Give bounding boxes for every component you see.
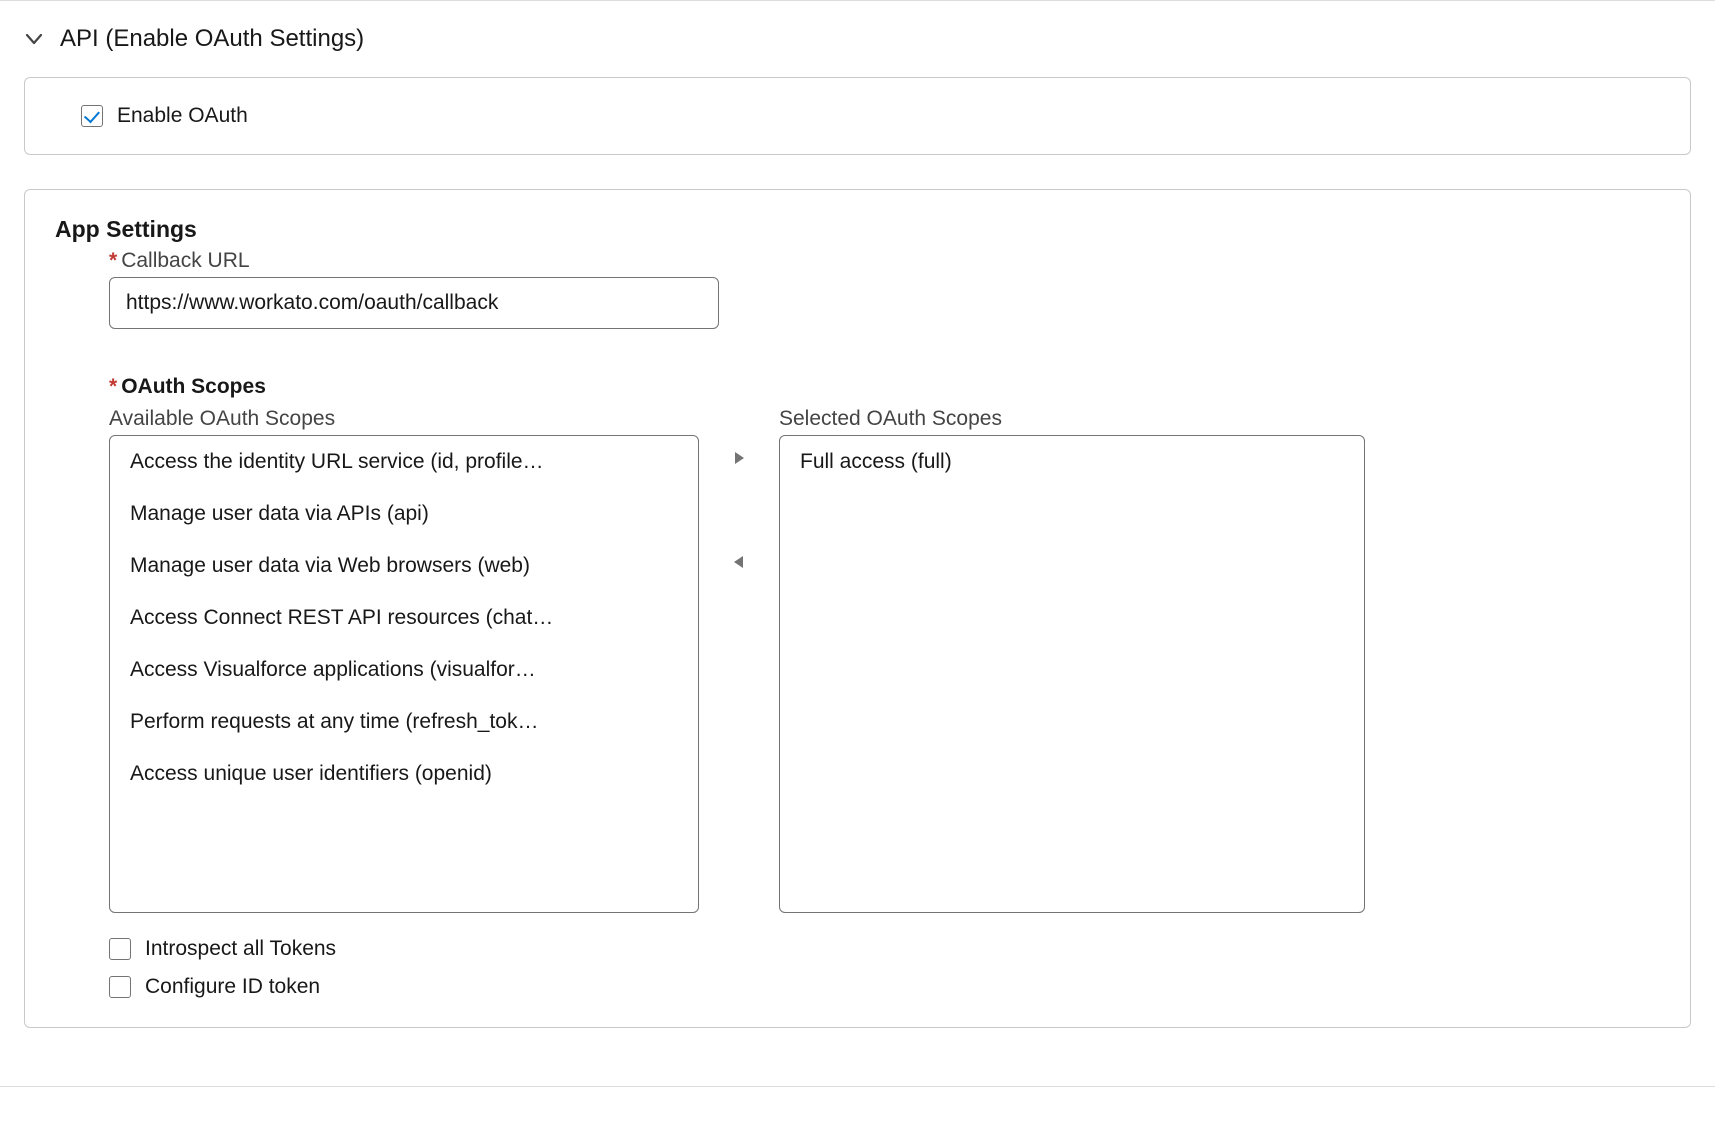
available-scopes-label: Available OAuth Scopes (109, 407, 699, 431)
introspect-tokens-label: Introspect all Tokens (145, 937, 336, 961)
add-scope-button[interactable] (726, 445, 752, 471)
callback-url-input[interactable] (109, 277, 719, 329)
oauth-scopes-heading: *OAuth Scopes (109, 375, 1660, 399)
configure-id-token-checkbox[interactable] (109, 976, 131, 998)
enable-oauth-checkbox[interactable] (81, 105, 103, 127)
triangle-right-icon (731, 450, 747, 466)
section-title: API (Enable OAuth Settings) (60, 25, 364, 53)
callback-url-block: *Callback URL (55, 249, 1660, 329)
list-item[interactable]: Manage user data via APIs (api) (110, 488, 698, 540)
selected-scopes-label: Selected OAuth Scopes (779, 407, 1365, 431)
list-item[interactable]: Perform requests at any time (refresh_to… (110, 696, 698, 748)
triangle-left-icon (731, 554, 747, 570)
introspect-tokens-checkbox[interactable] (109, 938, 131, 960)
configure-id-token-label: Configure ID token (145, 975, 320, 999)
section-header[interactable]: API (Enable OAuth Settings) (24, 1, 1691, 77)
oauth-scopes-dual-list: Available OAuth Scopes Access the identi… (109, 407, 1660, 913)
app-settings-card: App Settings *Callback URL *OAuth Scopes… (24, 189, 1691, 1028)
callback-url-label: *Callback URL (109, 249, 1660, 273)
introspect-tokens-row: Introspect all Tokens (109, 937, 1660, 961)
chevron-down-icon (24, 29, 44, 49)
additional-checkboxes: Introspect all Tokens Configure ID token (55, 937, 1660, 999)
enable-oauth-row: Enable OAuth (81, 104, 1634, 128)
enable-oauth-label: Enable OAuth (117, 104, 248, 128)
oauth-scopes-heading-text: OAuth Scopes (121, 375, 266, 398)
enable-oauth-card: Enable OAuth (24, 77, 1691, 155)
list-item[interactable]: Access unique user identifiers (openid) (110, 748, 698, 800)
list-item[interactable]: Access Connect REST API resources (chat… (110, 592, 698, 644)
list-item[interactable]: Access Visualforce applications (visualf… (110, 644, 698, 696)
required-asterisk: * (109, 249, 117, 272)
configure-id-token-row: Configure ID token (109, 975, 1660, 999)
available-scopes-column: Available OAuth Scopes Access the identi… (109, 407, 699, 913)
callback-url-label-text: Callback URL (121, 249, 249, 272)
list-item[interactable]: Access the identity URL service (id, pro… (110, 436, 698, 488)
app-settings-title: App Settings (55, 216, 1660, 243)
selected-scopes-listbox[interactable]: Full access (full) (779, 435, 1365, 913)
oauth-scopes-block: *OAuth Scopes Available OAuth Scopes Acc… (55, 375, 1660, 913)
remove-scope-button[interactable] (726, 549, 752, 575)
list-item[interactable]: Manage user data via Web browsers (web) (110, 540, 698, 592)
scope-transfer-arrows (715, 407, 763, 913)
available-scopes-listbox[interactable]: Access the identity URL service (id, pro… (109, 435, 699, 913)
list-item[interactable]: Full access (full) (780, 436, 1364, 488)
required-asterisk: * (109, 375, 117, 398)
selected-scopes-column: Selected OAuth Scopes Full access (full) (779, 407, 1365, 913)
